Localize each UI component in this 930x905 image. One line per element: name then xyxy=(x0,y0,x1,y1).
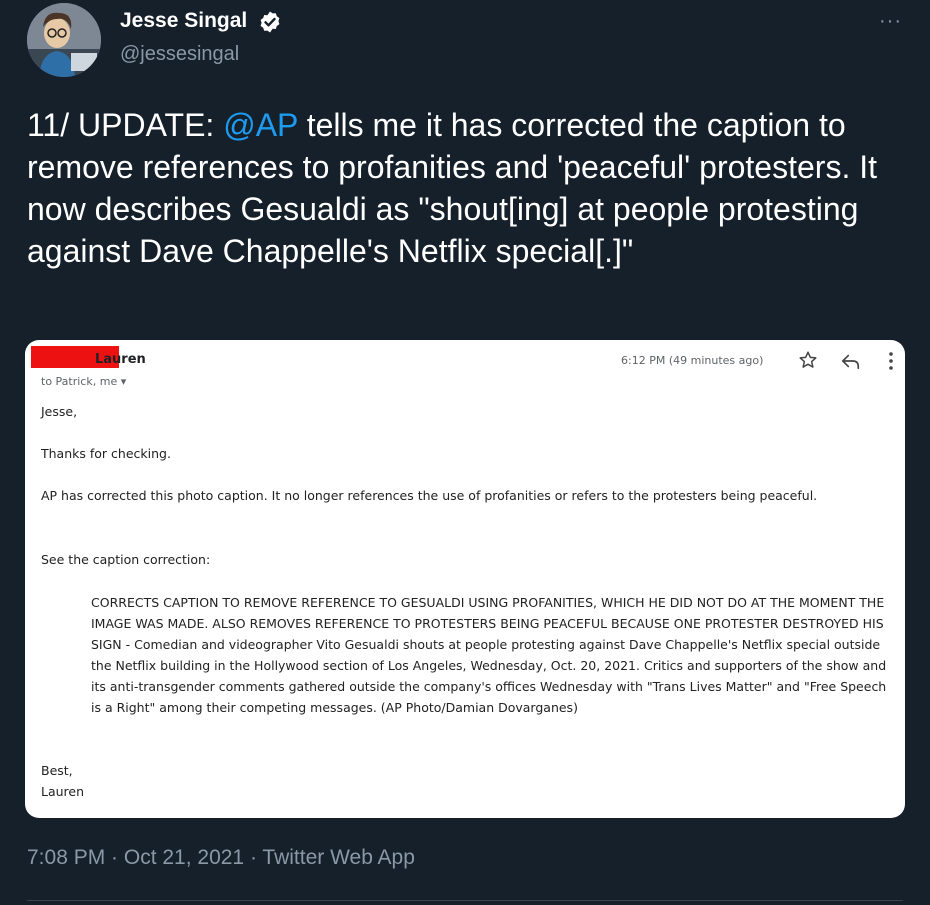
kebab-menu-icon xyxy=(889,352,893,370)
divider xyxy=(27,900,903,901)
avatar-illustration xyxy=(27,3,101,77)
author-name[interactable]: Jesse Singal xyxy=(120,9,247,33)
email-recipients: to Patrick, me ▾ xyxy=(41,375,127,388)
avatar[interactable] xyxy=(27,3,101,77)
email-time: 6:12 PM (49 minutes ago) xyxy=(621,354,764,367)
email-greeting: Jesse, xyxy=(41,404,78,419)
email-line-see: See the caption correction: xyxy=(41,552,211,567)
tweet-text-prefix: 11/ UPDATE: xyxy=(27,107,224,143)
mention-link[interactable]: @AP xyxy=(223,107,298,143)
tweet-text: 11/ UPDATE: @AP tells me it has correcte… xyxy=(27,104,907,272)
email-line-thanks: Thanks for checking. xyxy=(41,446,171,461)
email-signature: Lauren xyxy=(41,784,85,799)
email-sender: Lauren xyxy=(95,352,146,367)
verified-badge-icon xyxy=(260,11,280,33)
email-line-correction: AP has corrected this photo caption. It … xyxy=(41,488,818,503)
caption-quote: CORRECTS CAPTION TO REMOVE REFERENCE TO … xyxy=(91,595,887,715)
reply-icon xyxy=(842,354,860,370)
tweet-meta[interactable]: 7:08 PM · Oct 21, 2021 · Twitter Web App xyxy=(27,846,415,870)
more-options-icon[interactable]: ··· xyxy=(879,10,902,33)
star-icon xyxy=(799,351,817,368)
attached-email-image[interactable]: Lauren to Patrick, me ▾ 6:12 PM (49 minu… xyxy=(25,340,905,818)
email-signoff: Best, xyxy=(41,763,73,778)
author-handle[interactable]: @jessesingal xyxy=(120,43,239,66)
